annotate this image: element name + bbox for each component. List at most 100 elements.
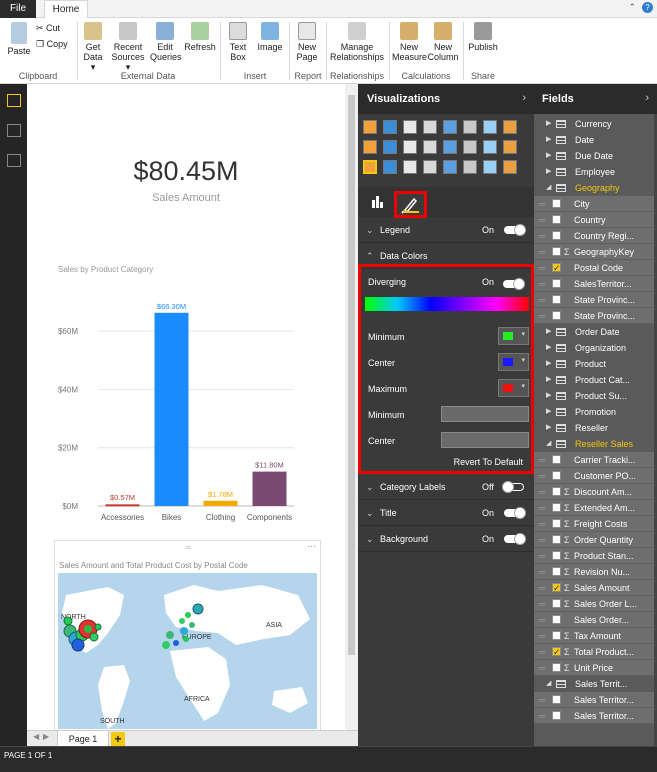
drag-handle-icon[interactable]: ═ [539,564,545,579]
expand-icon[interactable]: ▶ [546,132,551,148]
field-checkbox[interactable] [552,580,561,595]
drag-handle-icon[interactable]: ═ [539,468,545,483]
field-checkbox[interactable] [552,487,561,496]
field-checkbox[interactable] [552,231,561,240]
publish-button[interactable]: Publish [467,22,499,52]
100-column-icon[interactable] [463,120,477,134]
field-checkbox[interactable] [552,599,561,608]
field-row[interactable]: ═ Σ GeographyKey [534,244,657,260]
matrix-icon[interactable] [403,160,417,174]
drag-handle-icon[interactable]: ═ [539,596,545,611]
line-chart-icon[interactable] [483,120,497,134]
drag-handle-icon[interactable]: ═ [539,500,545,515]
drag-handle-icon[interactable]: ═ [539,484,545,499]
field-checkbox[interactable] [552,551,561,560]
field-table-row[interactable]: ▶ Order Date [534,324,657,340]
minimum-value-input[interactable] [441,406,529,422]
drag-handle-icon[interactable]: ═ [539,212,545,227]
drag-handle-icon[interactable]: ═ [539,580,545,595]
table-icon[interactable] [383,160,397,174]
field-row[interactable]: ═ Sales Territor... [534,692,657,708]
field-table-row[interactable]: ▶ Reseller [534,420,657,436]
field-row[interactable]: ═ Σ Order Quantity [534,532,657,548]
report-view-icon[interactable] [7,94,21,107]
field-checkbox[interactable] [552,567,561,576]
center-value-input[interactable] [441,432,529,448]
field-row[interactable]: ═ SalesTerritor... [534,276,657,292]
drag-handle-icon[interactable]: ═ [539,628,545,643]
bar-components[interactable] [252,471,287,506]
stacked-column-icon[interactable] [383,120,397,134]
expand-icon[interactable]: ▶ [546,388,551,404]
paste-button[interactable]: Paste [4,22,34,56]
field-row[interactable]: ═ Σ Sales Order L... [534,596,657,612]
kpi-icon[interactable] [483,160,497,174]
field-checkbox[interactable] [552,519,561,528]
field-row[interactable]: ═ Sales Territor... [534,708,657,724]
field-checkbox[interactable] [552,279,561,288]
clustered-bar-icon[interactable] [403,120,417,134]
format-section-category-labels[interactable]: ⌄ Category Labels Off [358,474,534,500]
edit-queries-button[interactable]: Edit Queries [150,22,182,62]
drag-handle-icon[interactable]: ═ [539,532,545,547]
format-paint-roller-button[interactable] [394,191,427,218]
collapse-icon[interactable]: ◢ [546,436,551,452]
bar-chart-visual[interactable]: Sales by Product Category $0M $20M $40M $60… [54,262,316,534]
collapse-ribbon-icon[interactable]: ⌃ [628,2,636,12]
field-checkbox[interactable] [552,471,561,480]
category-labels-toggle[interactable] [502,481,524,493]
field-checkbox[interactable] [552,711,561,720]
new-measure-button[interactable]: New Measure [392,22,427,62]
field-row[interactable]: ═ Sales Order... [534,612,657,628]
drag-handle-icon[interactable]: ═ [539,228,545,243]
expand-icon[interactable]: ▶ [546,356,551,372]
get-data-button[interactable]: Get Data ▾ [80,22,106,72]
field-table-row[interactable]: ◢ Reseller Sales [534,436,657,452]
field-row[interactable]: ═ Carrier Tracki... [534,452,657,468]
new-column-button[interactable]: New Column [427,22,459,62]
expand-icon[interactable]: ▶ [546,324,551,340]
drag-handle-icon[interactable]: ═ [539,612,545,627]
clustered-column-icon[interactable] [423,120,437,134]
expand-icon[interactable]: ▶ [546,340,551,356]
expand-icon[interactable]: ▶ [546,164,551,180]
waterfall-icon[interactable] [443,140,457,154]
field-row[interactable]: ═ Country [534,212,657,228]
field-table-row[interactable]: ▶ Promotion [534,404,657,420]
drag-handle-icon[interactable]: ═ [539,276,545,291]
map-icon[interactable] [363,160,377,174]
field-row[interactable]: ═ Σ Sales Amount [534,580,657,596]
field-checkbox[interactable] [552,644,561,659]
field-checkbox[interactable] [552,503,561,512]
drag-handle-icon[interactable]: ═ [539,260,545,275]
donut-icon[interactable] [503,160,517,174]
field-table-row[interactable]: ▶ Employee [534,164,657,180]
image-button[interactable]: Image [256,22,284,52]
relationships-view-icon[interactable] [7,154,21,167]
field-row[interactable]: ═ Postal Code [534,260,657,276]
more-options-icon[interactable]: ··· [307,541,316,551]
add-page-button[interactable]: + [111,732,125,746]
tab-file[interactable]: File [0,0,36,18]
drag-handle-icon[interactable]: ═ [539,292,545,307]
funnel-icon[interactable] [423,160,437,174]
field-row[interactable]: ═ Σ Discount Am... [534,484,657,500]
drag-handle-icon[interactable]: ═ [539,644,545,659]
drag-handle-icon[interactable]: ═ [539,516,545,531]
field-table-row[interactable]: ◢ Sales Territ... [534,676,657,692]
field-row[interactable]: ═ State Provinc... [534,292,657,308]
field-row[interactable]: ═ Country Regi... [534,228,657,244]
field-checkbox[interactable] [552,695,561,704]
map-visual[interactable]: ═ ··· Sales Amount and Total Product Cos… [54,540,321,732]
revert-to-default-link[interactable]: Revert To Default [454,457,523,467]
tab-home[interactable]: Home [44,0,88,19]
drag-handle-icon[interactable]: ═ [539,308,545,323]
field-row[interactable]: ═ Σ Unit Price [534,660,657,676]
center-color-picker[interactable]: ▾ [498,353,529,371]
drag-handle-icon[interactable]: ═ [539,708,545,723]
field-checkbox[interactable] [552,615,561,624]
drag-handle-icon[interactable]: ═ [55,543,322,552]
field-checkbox[interactable] [552,199,561,208]
data-view-icon[interactable] [7,124,21,137]
text-box-button[interactable]: Text Box [225,22,251,62]
